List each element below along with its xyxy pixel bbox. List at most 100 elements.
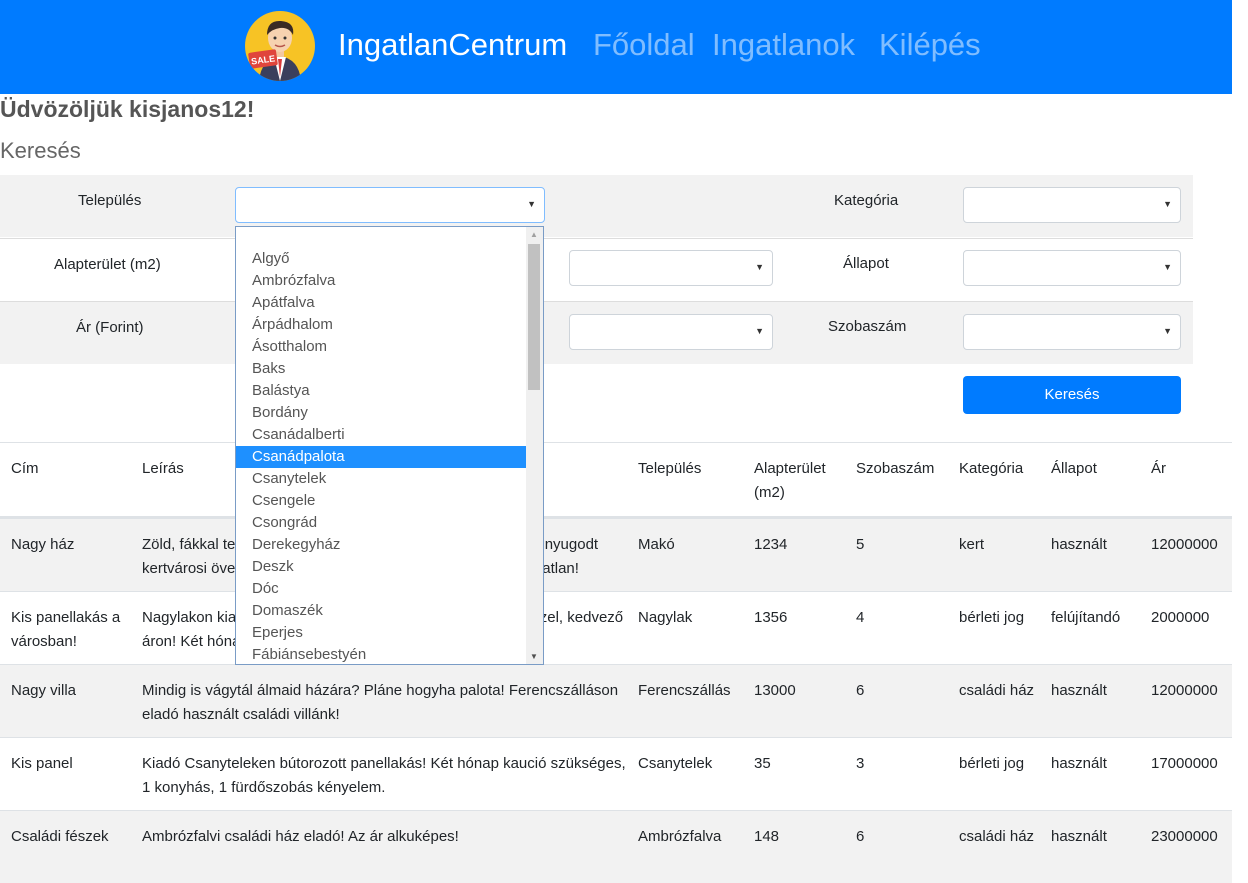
salesman-logo-icon[interactable]: SALE bbox=[245, 11, 315, 81]
table-cell: 6 bbox=[856, 682, 865, 699]
search-heading: Keresés bbox=[0, 138, 81, 163]
table-row[interactable]: Nagy házZöld, fákkal teli kertes ház a v… bbox=[0, 518, 1232, 591]
chevron-down-icon: ▼ bbox=[755, 326, 764, 336]
scroll-up-arrow-icon[interactable]: ▲ bbox=[530, 230, 538, 239]
chevron-down-icon: ▼ bbox=[527, 199, 536, 209]
column-header[interactable]: Állapot bbox=[1051, 457, 1146, 481]
table-cell: használt bbox=[1051, 536, 1107, 553]
table-cell: bérleti jog bbox=[959, 609, 1025, 626]
brand-title[interactable]: IngatlanCentrum bbox=[338, 27, 567, 63]
table-body: Nagy házZöld, fákkal teli kertes ház a v… bbox=[0, 518, 1232, 883]
table-cell: Nagylak bbox=[638, 609, 693, 626]
table-header: Cím Leírás Település Alapterület (m2) Sz… bbox=[0, 443, 1232, 518]
column-header[interactable]: Szobaszám bbox=[856, 457, 951, 481]
dropdown-option[interactable]: Deszk bbox=[236, 556, 527, 578]
column-header[interactable]: Ár bbox=[1151, 457, 1231, 481]
dropdown-option[interactable]: Csanádalberti bbox=[236, 424, 527, 446]
page-scrollbar[interactable] bbox=[1232, 0, 1248, 883]
price-label: Ár (Forint) bbox=[76, 319, 144, 336]
dropdown-option[interactable]: Apátfalva bbox=[236, 292, 527, 314]
table-cell: 13000 bbox=[754, 682, 796, 699]
condition-label: Állapot bbox=[843, 255, 889, 272]
column-header[interactable]: Kategória bbox=[959, 457, 1044, 481]
settlement-label: Település bbox=[78, 192, 142, 209]
scroll-down-arrow-icon[interactable]: ▼ bbox=[530, 652, 538, 661]
chevron-down-icon: ▼ bbox=[1163, 199, 1172, 209]
table-cell: 1234 bbox=[754, 536, 788, 553]
navbar: SALE IngatlanCentrum Főoldal Ingatlanok … bbox=[0, 0, 1232, 94]
table-cell: 12000000 bbox=[1151, 682, 1218, 699]
table-cell: 3 bbox=[856, 755, 865, 772]
dropdown-option[interactable]: Dóc bbox=[236, 578, 527, 600]
table-cell: 2000000 bbox=[1151, 609, 1210, 626]
table-cell: 6 bbox=[856, 828, 865, 845]
column-header[interactable]: Alapterület (m2) bbox=[754, 457, 849, 505]
table-cell: Kiadó Csanyteleken bútorozott panellakás… bbox=[142, 755, 626, 796]
chevron-down-icon: ▼ bbox=[755, 262, 764, 272]
dropdown-option[interactable]: Csengele bbox=[236, 490, 527, 512]
search-row-2: Alapterület (m2) ▼ Állapot ▼ bbox=[0, 238, 1193, 301]
dropdown-option[interactable]: Csanytelek bbox=[236, 468, 527, 490]
table-row[interactable]: Kis panel Kiadó Csanyteleken bútorozott p… bbox=[0, 737, 1232, 810]
area-max-select[interactable]: ▼ bbox=[569, 250, 773, 286]
search-row-3: Ár (Forint) ▼ Szobaszám ▼ bbox=[0, 301, 1193, 364]
table-cell: családi ház bbox=[959, 828, 1035, 845]
nav-link-home[interactable]: Főoldal bbox=[593, 27, 695, 63]
table-cell: Csanytelek bbox=[638, 755, 713, 772]
table-row[interactable]: Családi fészek Ambrózfalvi családi ház el… bbox=[0, 810, 1232, 883]
table-cell: Családi fészek bbox=[11, 828, 109, 845]
table-cell: 4 bbox=[856, 609, 865, 626]
category-select[interactable]: ▼ bbox=[963, 187, 1181, 223]
category-label: Kategória bbox=[834, 192, 899, 209]
column-header[interactable]: Cím bbox=[11, 457, 136, 481]
rooms-label: Szobaszám bbox=[828, 318, 907, 335]
rooms-select[interactable]: ▼ bbox=[963, 314, 1181, 350]
table-cell: 5 bbox=[856, 536, 865, 553]
dropdown-option[interactable]: Csanádpalota bbox=[236, 446, 527, 468]
table-cell: Ambrózfalvi családi ház eladó! Az ár alk… bbox=[142, 828, 459, 845]
table-cell: 17000000 bbox=[1151, 755, 1218, 772]
dropdown-option[interactable]: Balástya bbox=[236, 380, 527, 402]
search-row-1: Település ▼ Kategória ▼ bbox=[0, 175, 1193, 237]
table-cell: 12000000 bbox=[1151, 536, 1218, 553]
settlement-dropdown-list[interactable]: Algyő Ambrózfalva Apátfalva Árpádhalom Ásott… bbox=[235, 226, 544, 665]
table-cell: Nagy villa bbox=[11, 682, 77, 699]
dropdown-option[interactable]: Bordány bbox=[236, 402, 527, 424]
table-cell: Makó bbox=[638, 536, 675, 553]
table-cell: Kis panel bbox=[11, 755, 73, 772]
table-cell: használt bbox=[1051, 755, 1107, 772]
settlement-select[interactable]: ▼ bbox=[235, 187, 545, 223]
scrollbar-thumb[interactable] bbox=[528, 244, 540, 390]
table-cell: Mindig is vágytál álmaid házára? Pláne h… bbox=[142, 682, 619, 723]
dropdown-option[interactable]: Ambrózfalva bbox=[236, 270, 527, 292]
dropdown-option[interactable]: Ásotthalom bbox=[236, 336, 527, 358]
table-cell: Ambrózfalva bbox=[638, 828, 722, 845]
table-cell: 1356 bbox=[754, 609, 788, 626]
dropdown-option[interactable]: Árpádhalom bbox=[236, 314, 527, 336]
table-row[interactable]: Kis panellakás a városban!Nagylakon kiad… bbox=[0, 591, 1232, 664]
search-button[interactable]: Keresés bbox=[963, 376, 1181, 414]
chevron-down-icon: ▼ bbox=[1163, 326, 1172, 336]
dropdown-option[interactable]: Algyő bbox=[236, 248, 527, 270]
table-row[interactable]: Nagy villa Mindig is vágytál álmaid házár… bbox=[0, 664, 1232, 737]
nav-link-properties[interactable]: Ingatlanok bbox=[712, 27, 855, 63]
chevron-down-icon: ▼ bbox=[1163, 262, 1172, 272]
table-cell: bérleti jog bbox=[959, 755, 1025, 772]
table-cell: 35 bbox=[754, 755, 771, 772]
table-cell: használt bbox=[1051, 828, 1107, 845]
welcome-heading: Üdvözöljük kisjanos12! bbox=[0, 96, 255, 122]
table-cell: 148 bbox=[754, 828, 780, 845]
dropdown-option[interactable]: Baks bbox=[236, 358, 527, 380]
dropdown-option[interactable]: Fábiánsebestyén bbox=[236, 644, 527, 664]
price-max-select[interactable]: ▼ bbox=[569, 314, 773, 350]
nav-link-logout[interactable]: Kilépés bbox=[879, 27, 981, 63]
dropdown-scrollbar[interactable]: ▲ ▼ bbox=[526, 227, 543, 664]
dropdown-option[interactable]: Derekegyház bbox=[236, 534, 527, 556]
results-table: Cím Leírás Település Alapterület (m2) Sz… bbox=[0, 442, 1232, 883]
condition-select[interactable]: ▼ bbox=[963, 250, 1181, 286]
dropdown-option[interactable]: Eperjes bbox=[236, 622, 527, 644]
dropdown-option[interactable]: Domaszék bbox=[236, 600, 527, 622]
table-cell: kert bbox=[959, 536, 985, 553]
dropdown-option[interactable]: Csongrád bbox=[236, 512, 527, 534]
column-header[interactable]: Település bbox=[638, 457, 748, 481]
